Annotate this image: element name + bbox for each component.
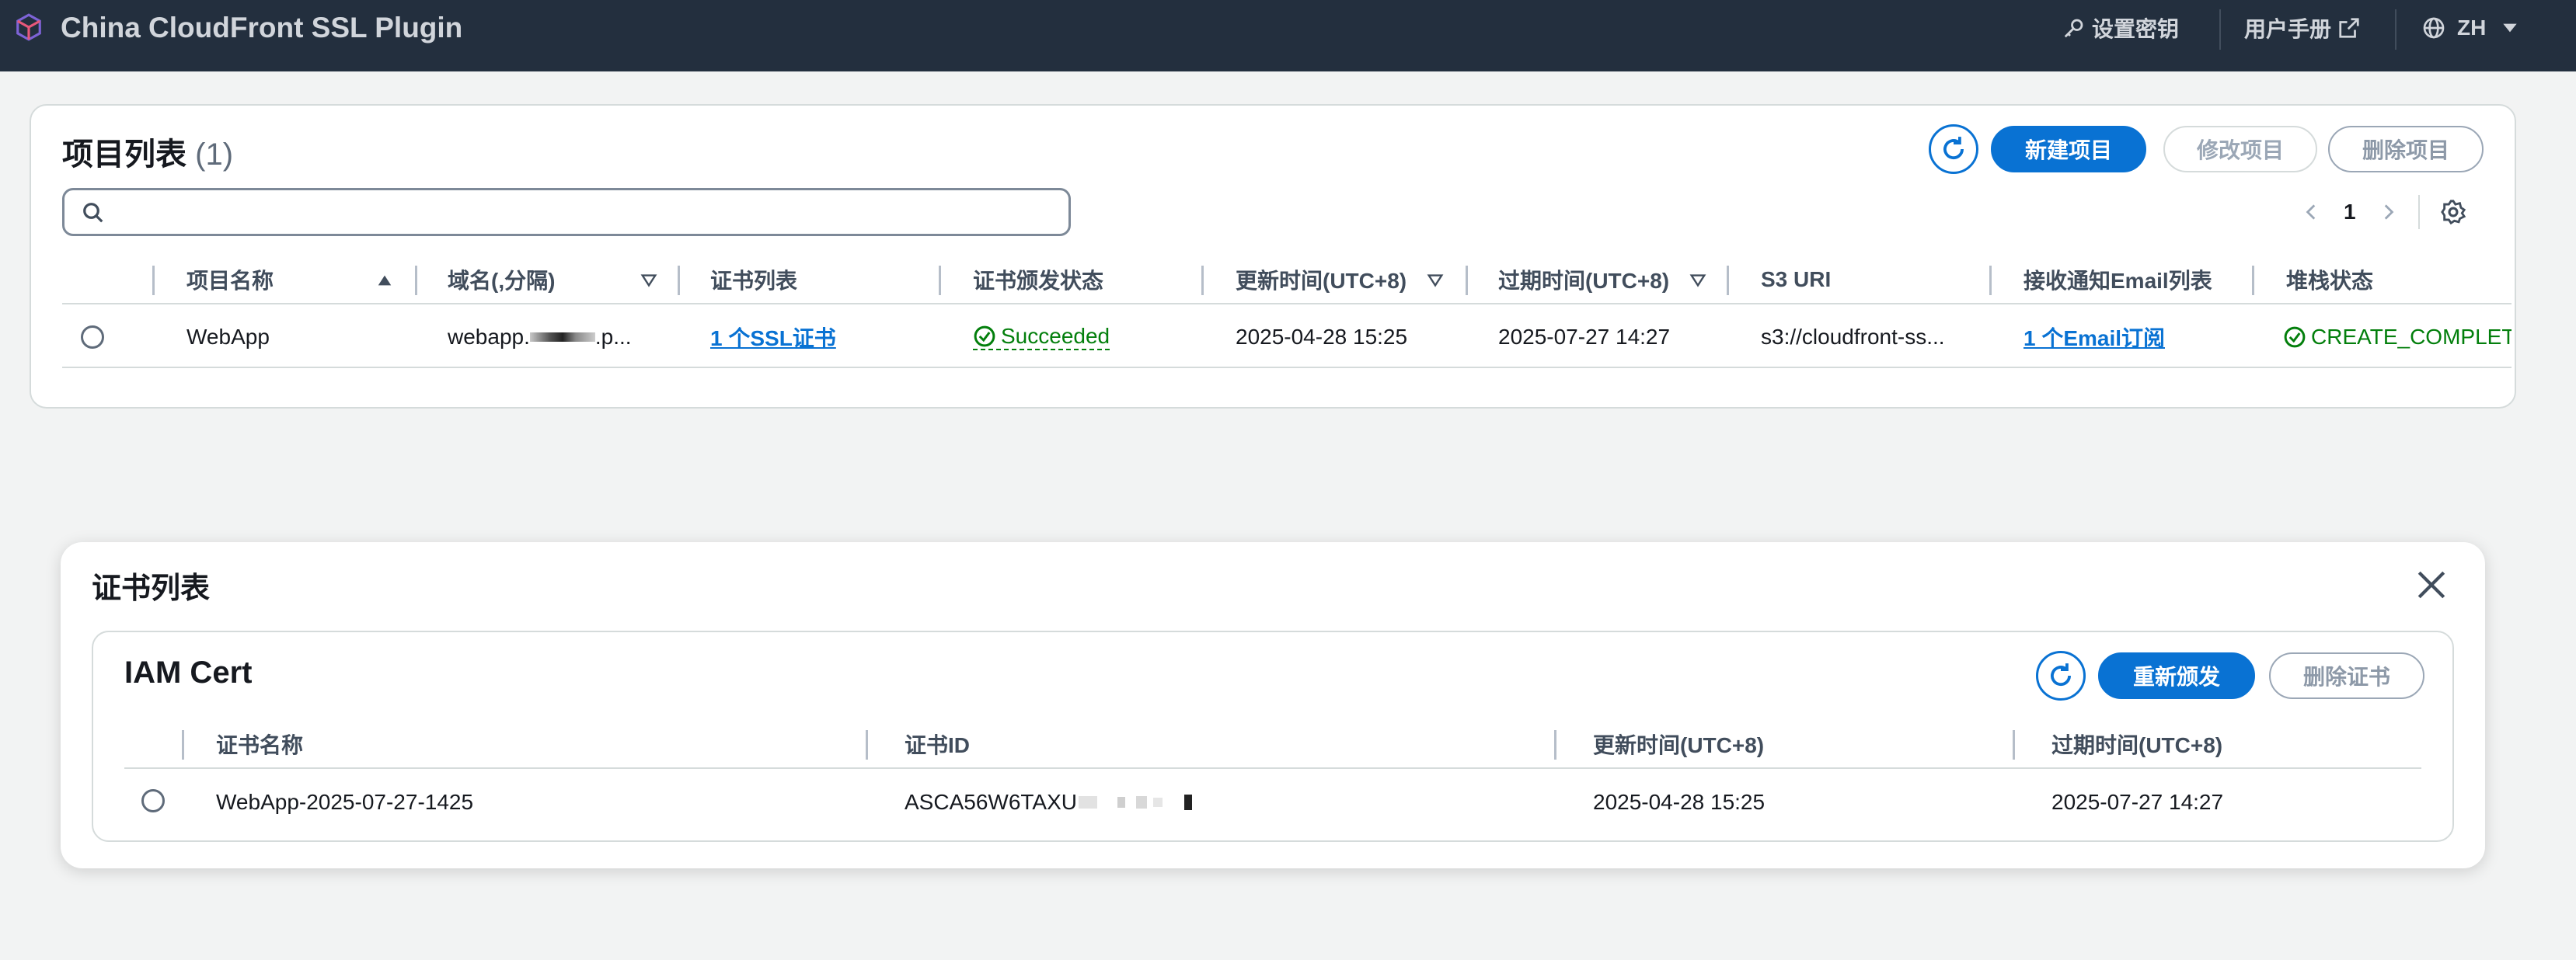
modal-title: 证书列表 xyxy=(92,572,211,605)
reissue-button[interactable]: 重新颁发 xyxy=(2098,652,2255,699)
cube-icon xyxy=(16,13,41,41)
cert-name-cell: WebApp-2025-07-27-1425 xyxy=(216,790,474,814)
nav-divider xyxy=(2395,9,2396,50)
row-select-radio[interactable] xyxy=(141,789,165,812)
external-link-icon xyxy=(2339,18,2359,38)
user-manual-link[interactable]: 用户手册 xyxy=(2244,11,2361,45)
cert-table-header: 证书名称 证书ID 更新时间(UTC+8) 过期时间(UTC+8) xyxy=(124,719,2421,769)
language-selector[interactable]: ZH xyxy=(2421,11,2520,45)
column-header-cert-id[interactable]: 证书ID xyxy=(905,719,970,769)
column-header-cert-name[interactable]: 证书名称 xyxy=(216,719,303,769)
column-divider xyxy=(182,730,184,760)
card-title: IAM Cert xyxy=(124,656,253,690)
top-navigation: China CloudFront SSL Plugin 设置密钥 用户手册 ZH xyxy=(0,0,2576,71)
app-title[interactable]: China CloudFront SSL Plugin xyxy=(61,11,462,45)
caret-down-icon xyxy=(2503,23,2517,33)
table-row[interactable]: WebApp-2025-07-27-1425 ASCA56W6TAXU 2025… xyxy=(124,770,2421,834)
cert-list-modal: 证书列表 IAM Cert 重新颁发 删除证书 证书名称 证书ID 更新时间(U… xyxy=(61,542,2485,868)
redacted-text xyxy=(1153,798,1163,807)
column-divider xyxy=(2013,730,2015,760)
set-key-label: 设置密钥 xyxy=(2092,17,2180,41)
cert-id-visible: ASCA56W6TAXU xyxy=(905,790,1077,814)
redacted-text xyxy=(1136,796,1147,809)
column-divider xyxy=(866,730,868,760)
column-header-cert-expires[interactable]: 过期时间(UTC+8) xyxy=(2051,719,2222,769)
redacted-text xyxy=(1079,796,1097,809)
key-icon xyxy=(2064,19,2083,38)
close-icon[interactable] xyxy=(2415,569,2448,601)
redacted-text xyxy=(1184,795,1192,810)
set-key-link[interactable]: 设置密钥 xyxy=(2062,11,2179,45)
refresh-certs-button[interactable] xyxy=(2036,651,2086,701)
cert-updated-cell: 2025-04-28 15:25 xyxy=(1593,790,1766,814)
column-header-cert-updated[interactable]: 更新时间(UTC+8) xyxy=(1593,719,1764,769)
language-label: ZH xyxy=(2457,16,2487,40)
globe-icon xyxy=(2423,17,2445,39)
iam-cert-card: IAM Cert 重新颁发 删除证书 证书名称 证书ID 更新时间(UTC+8)… xyxy=(92,631,2454,842)
refresh-icon xyxy=(2051,663,2071,686)
cert-id-cell: ASCA56W6TAXU xyxy=(905,770,1192,834)
user-manual-label: 用户手册 xyxy=(2244,17,2332,41)
nav-divider xyxy=(2219,9,2221,50)
redacted-text xyxy=(1117,797,1125,808)
delete-cert-button[interactable]: 删除证书 xyxy=(2269,652,2424,699)
cert-expires-cell: 2025-07-27 14:27 xyxy=(2051,790,2224,814)
column-divider xyxy=(1554,730,1556,760)
